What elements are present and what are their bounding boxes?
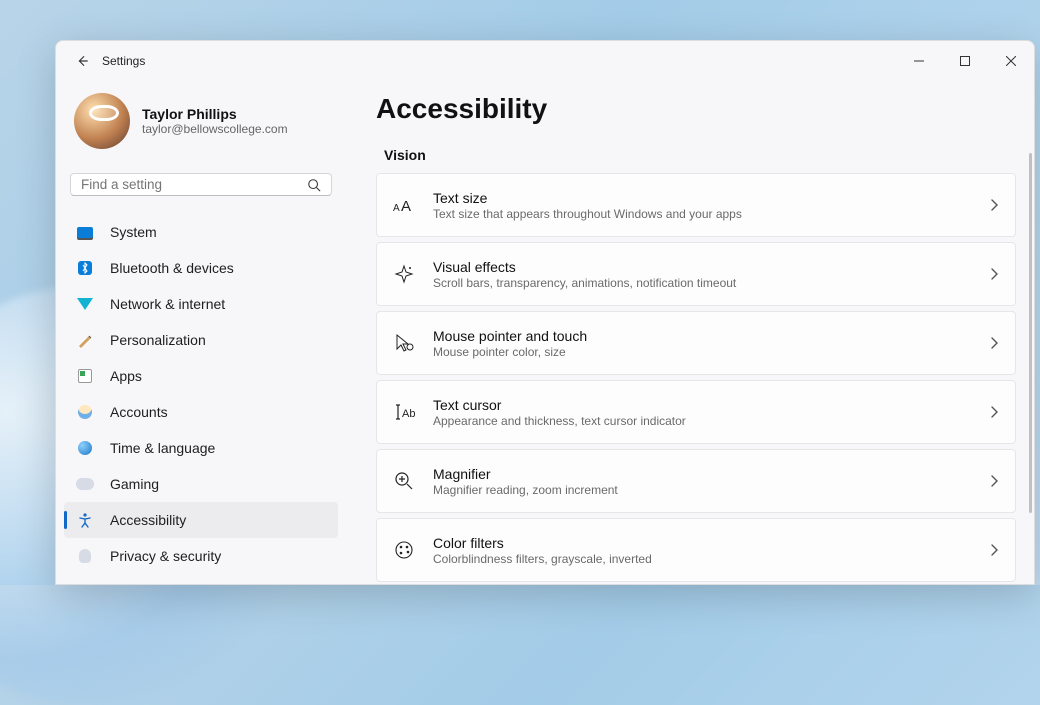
text-size-icon: AA (393, 194, 415, 216)
text-cursor-icon: Ab (393, 401, 415, 423)
card-subtitle: Colorblindness filters, grayscale, inver… (433, 552, 989, 566)
sidebar-item-accounts[interactable]: Accounts (64, 394, 338, 430)
apps-icon (76, 367, 94, 385)
profile-name: Taylor Phillips (142, 106, 288, 122)
profile-email: taylor@bellowscollege.com (142, 122, 288, 136)
card-magnifier[interactable]: Magnifier Magnifier reading, zoom increm… (376, 449, 1016, 513)
sidebar-item-bluetooth[interactable]: Bluetooth & devices (64, 250, 338, 286)
card-subtitle: Text size that appears throughout Window… (433, 207, 989, 221)
sidebar-item-apps[interactable]: Apps (64, 358, 338, 394)
card-subtitle: Magnifier reading, zoom increment (433, 483, 989, 497)
sidebar-item-time[interactable]: Time & language (64, 430, 338, 466)
sidebar-item-personalization[interactable]: Personalization (64, 322, 338, 358)
sidebar-item-label: Network & internet (110, 296, 225, 312)
avatar (74, 93, 130, 149)
sidebar-item-label: Privacy & security (110, 548, 221, 564)
visual-effects-icon (393, 263, 415, 285)
profile-block[interactable]: Taylor Phillips taylor@bellowscollege.co… (64, 81, 338, 167)
card-color-filters[interactable]: Color filters Colorblindness filters, gr… (376, 518, 1016, 582)
search-input[interactable] (81, 177, 285, 192)
network-icon (76, 295, 94, 313)
back-button[interactable] (72, 54, 92, 68)
card-text-size[interactable]: AA Text size Text size that appears thro… (376, 173, 1016, 237)
privacy-icon (76, 547, 94, 565)
main-content: Accessibility Vision AA Text size Text s… (346, 81, 1034, 584)
sidebar-item-gaming[interactable]: Gaming (64, 466, 338, 502)
card-title: Visual effects (433, 259, 989, 275)
window-title: Settings (102, 54, 145, 68)
chevron-right-icon (989, 198, 999, 212)
sidebar: Taylor Phillips taylor@bellowscollege.co… (56, 81, 346, 584)
svg-text:A: A (401, 198, 411, 215)
nav-list: System Bluetooth & devices Network & int… (64, 214, 338, 574)
time-language-icon (76, 439, 94, 457)
maximize-button[interactable] (942, 41, 988, 81)
system-icon (76, 223, 94, 241)
color-filters-icon (393, 539, 415, 561)
close-icon (1006, 56, 1016, 66)
card-title: Mouse pointer and touch (433, 328, 989, 344)
chevron-right-icon (989, 336, 999, 350)
card-subtitle: Scroll bars, transparency, animations, n… (433, 276, 989, 290)
search-icon (307, 178, 321, 192)
section-title: Vision (384, 147, 1016, 163)
settings-window: Settings Taylor Phillips taylor@bellowsc… (55, 40, 1035, 585)
page-title: Accessibility (376, 93, 1016, 125)
accessibility-icon (76, 511, 94, 529)
sidebar-item-label: Accessibility (110, 512, 186, 528)
card-title: Text size (433, 190, 989, 206)
sidebar-item-label: Time & language (110, 440, 215, 456)
sidebar-item-label: System (110, 224, 157, 240)
card-title: Magnifier (433, 466, 989, 482)
maximize-icon (960, 56, 970, 66)
card-subtitle: Mouse pointer color, size (433, 345, 989, 359)
accounts-icon (76, 403, 94, 421)
svg-text:Ab: Ab (402, 408, 415, 420)
card-subtitle: Appearance and thickness, text cursor in… (433, 414, 989, 428)
card-visual-effects[interactable]: Visual effects Scroll bars, transparency… (376, 242, 1016, 306)
gaming-icon (76, 475, 94, 493)
card-text-cursor[interactable]: Ab Text cursor Appearance and thickness,… (376, 380, 1016, 444)
magnifier-icon (393, 470, 415, 492)
sidebar-item-label: Bluetooth & devices (110, 260, 234, 276)
minimize-button[interactable] (896, 41, 942, 81)
scrollbar[interactable] (1029, 153, 1032, 513)
bluetooth-icon (76, 259, 94, 277)
titlebar: Settings (56, 41, 1034, 81)
sidebar-item-label: Apps (110, 368, 142, 384)
sidebar-item-label: Personalization (110, 332, 206, 348)
sidebar-item-accessibility[interactable]: Accessibility (64, 502, 338, 538)
sidebar-item-system[interactable]: System (64, 214, 338, 250)
chevron-right-icon (989, 474, 999, 488)
mouse-pointer-icon (393, 332, 415, 354)
chevron-right-icon (989, 405, 999, 419)
card-mouse-pointer[interactable]: Mouse pointer and touch Mouse pointer co… (376, 311, 1016, 375)
sidebar-item-label: Accounts (110, 404, 168, 420)
personalization-icon (76, 331, 94, 349)
search-box[interactable] (70, 173, 332, 196)
sidebar-item-label: Gaming (110, 476, 159, 492)
minimize-icon (914, 56, 924, 66)
sidebar-item-privacy[interactable]: Privacy & security (64, 538, 338, 574)
card-title: Text cursor (433, 397, 989, 413)
chevron-right-icon (989, 543, 999, 557)
chevron-right-icon (989, 267, 999, 281)
sidebar-item-network[interactable]: Network & internet (64, 286, 338, 322)
arrow-left-icon (75, 54, 89, 68)
close-button[interactable] (988, 41, 1034, 81)
svg-text:A: A (393, 203, 400, 214)
card-title: Color filters (433, 535, 989, 551)
